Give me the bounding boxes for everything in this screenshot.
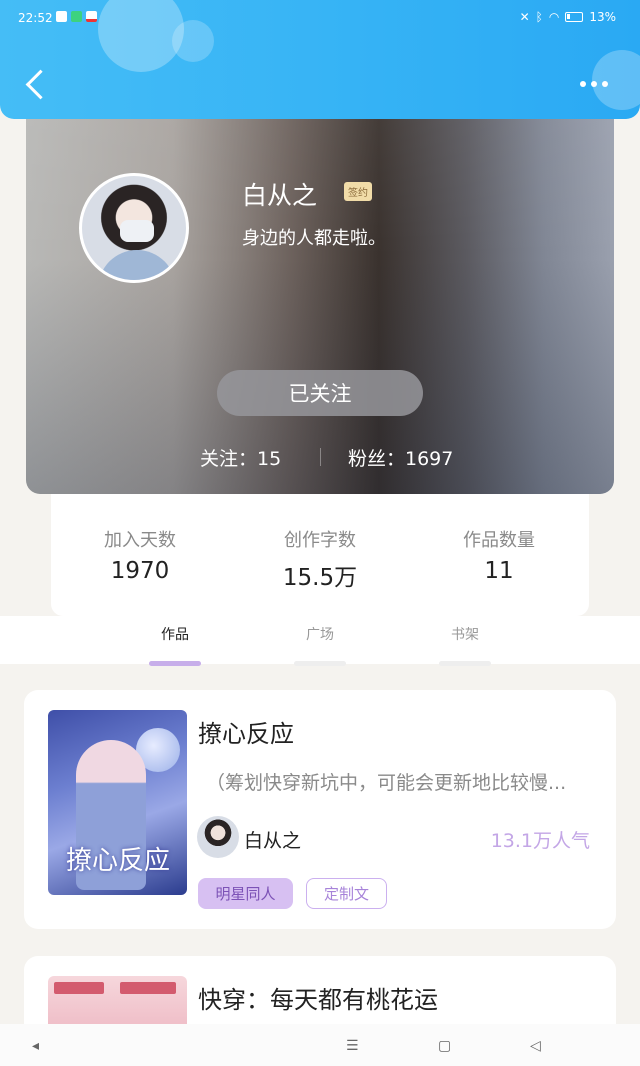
signed-badge: 签约: [344, 182, 372, 201]
fans-count[interactable]: 粉丝：1697: [348, 444, 453, 471]
tab-square[interactable]: 广场: [280, 624, 360, 666]
book-title[interactable]: 撩心反应: [198, 714, 294, 749]
back-button[interactable]: [22, 66, 52, 106]
system-nav-bar: ◂ ☰ ▢ ◁: [0, 1024, 640, 1066]
stat-value: 11: [484, 558, 514, 584]
more-options-button[interactable]: [574, 74, 614, 94]
nav-home-icon[interactable]: ▢: [438, 1038, 451, 1054]
tab-works[interactable]: 作品: [135, 624, 215, 666]
divider: [320, 448, 321, 466]
book-description: （筹划快穿新坑中，可能会更新地比较慢...: [206, 772, 567, 794]
stat-value: 1970: [110, 558, 170, 584]
bluetooth-icon: ᛒ: [535, 10, 543, 24]
nav-menu-icon[interactable]: ☰: [346, 1038, 359, 1054]
tag-celebrity-fanfic[interactable]: 明星同人: [198, 878, 293, 909]
tab-indicator: [149, 661, 201, 666]
tab-label: 作品: [161, 627, 189, 643]
tab-label: 书架: [451, 627, 479, 643]
app-notification-icon: [86, 11, 97, 22]
tag-custom[interactable]: 定制文: [306, 878, 387, 909]
stats-card: 加入天数 1970 创作字数 15.5万 作品数量 11: [51, 494, 589, 616]
system-icons: ✕ ᛒ ◠ 13%: [520, 10, 616, 24]
battery-icon: [565, 12, 584, 22]
cover-title: 撩心反应: [66, 846, 171, 876]
nav-back-icon[interactable]: ◂: [32, 1038, 39, 1054]
status-time: 22:52: [18, 11, 53, 25]
mute-icon: ✕: [519, 10, 530, 24]
stat-word-count: 创作字数 15.5万: [250, 526, 390, 592]
nav-recent-icon[interactable]: ◁: [530, 1038, 541, 1054]
wifi-icon: ◠: [548, 10, 560, 24]
stat-value: 15.5万: [282, 565, 358, 591]
avatar[interactable]: [79, 173, 189, 283]
tab-indicator: [439, 661, 491, 666]
stat-label: 作品数量: [463, 530, 535, 551]
tab-bookshelf[interactable]: 书架: [425, 624, 505, 666]
popularity-count: 13.1万人气: [490, 830, 590, 852]
status-bar: 22:52 ✕ ᛒ ◠ 13%: [0, 0, 640, 36]
following-count[interactable]: 关注：15: [200, 444, 281, 471]
author-avatar[interactable]: [197, 816, 239, 858]
tab-label: 广场: [306, 627, 334, 643]
app-notification-icon: [71, 11, 82, 22]
book-title[interactable]: 快穿：每天都有桃花运: [198, 980, 438, 1015]
user-bio: 身边的人都走啦。: [242, 228, 386, 249]
battery-percent: 13%: [589, 10, 616, 24]
more-dots-icon: [580, 81, 586, 87]
tab-bar: 作品 广场 书架: [0, 616, 640, 666]
stat-works-count: 作品数量 11: [429, 526, 569, 584]
author-name[interactable]: 白从之: [244, 826, 301, 853]
book-cover[interactable]: 撩心反应: [48, 710, 187, 895]
stat-label: 加入天数: [104, 530, 176, 551]
notification-icons: [56, 11, 97, 22]
stat-label: 创作字数: [284, 530, 356, 551]
stat-join-days: 加入天数 1970: [70, 526, 210, 584]
top-header: 22:52 ✕ ᛒ ◠ 13%: [0, 0, 640, 119]
app-notification-icon: [56, 11, 67, 22]
profile-card: 白从之 签约 身边的人都走啦。 已关注 关注：15 粉丝：1697: [26, 100, 614, 494]
follow-button[interactable]: 已关注: [217, 370, 423, 416]
book-card[interactable]: 撩心反应 撩心反应 （筹划快穿新坑中，可能会更新地比较慢... 白从之 13.1…: [24, 690, 616, 929]
user-name: 白从之: [242, 181, 318, 210]
tab-indicator: [294, 661, 346, 666]
